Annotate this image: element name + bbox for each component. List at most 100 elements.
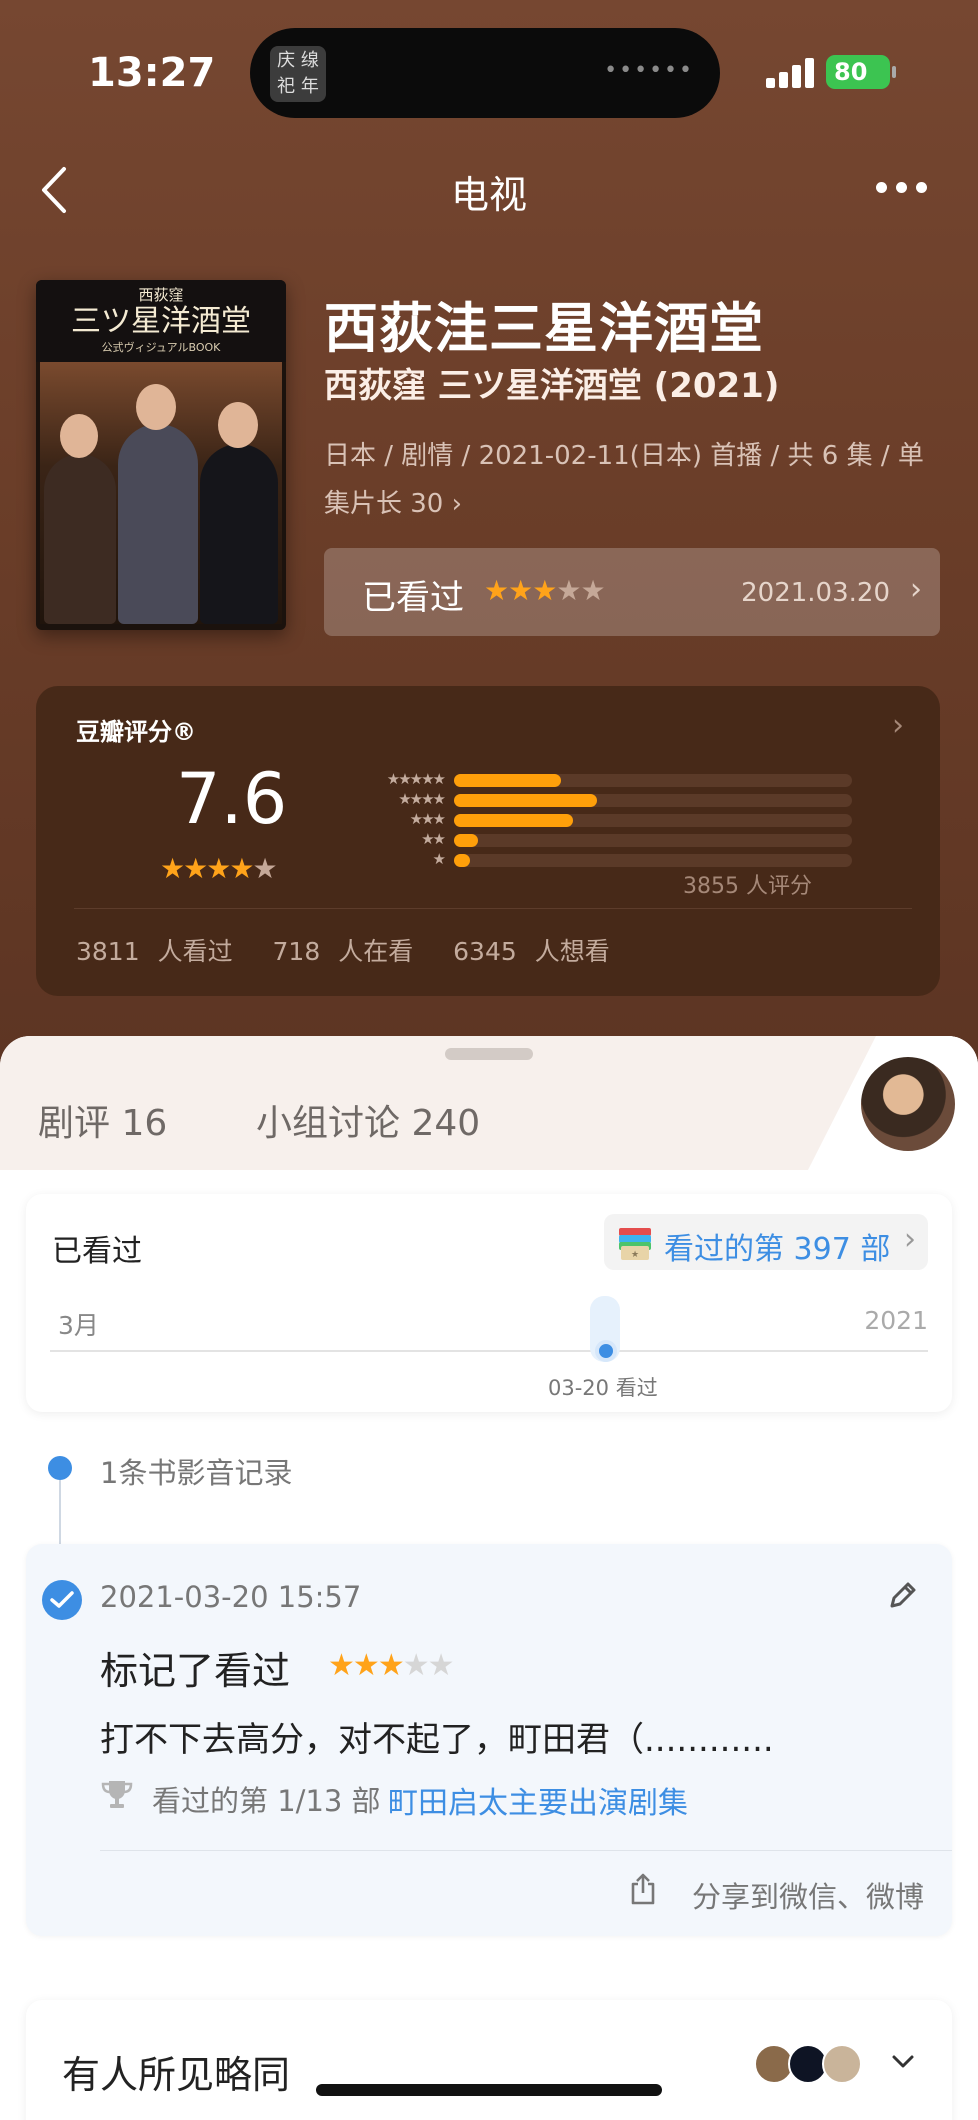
distribution-stars-icon: ★★★★★ — [386, 770, 446, 788]
record-entry-card[interactable]: 2021-03-20 15:57 标记了看过 ★★★★★ 打不下去高分，对不起了… — [26, 1544, 952, 1936]
user-avatar[interactable] — [858, 1054, 958, 1154]
watched-card-title: 已看过 — [52, 1234, 142, 1269]
my-status-bar[interactable]: 已看过 ★★★★★ 2021.03.20 › — [324, 548, 940, 636]
island-dots-icon: •••••• — [604, 58, 694, 83]
distribution-bar — [454, 854, 470, 867]
timeline-start-label: 3月 — [58, 1311, 99, 1340]
distribution-track — [454, 774, 852, 787]
timeline-end-label: 2021 — [864, 1306, 928, 1335]
share-icon[interactable] — [628, 1872, 658, 1906]
star-filled-icon: ★ — [160, 852, 185, 885]
chevron-down-icon[interactable] — [888, 2046, 918, 2076]
movie-title: 西荻洼三星洋酒堂 — [324, 297, 764, 360]
distribution-track — [454, 794, 852, 807]
entry-doulist-link[interactable]: 町田启太主要出演剧集 — [388, 1778, 688, 1822]
rating-stars: ★★★★★ — [160, 852, 278, 885]
star-filled-icon: ★ — [508, 574, 533, 607]
poster-line-2: 三ツ星洋酒堂 — [71, 304, 251, 339]
original-title: 西荻窪 三ツ星洋酒堂 (2021) — [324, 366, 780, 406]
distribution-bar — [454, 794, 598, 807]
star-filled-icon: ★ — [532, 574, 557, 607]
meta-text: 日本 / 剧情 / 2021-02-11(日本) 首播 / 共 6 集 / 单集… — [324, 441, 924, 519]
chevron-right-icon: › — [904, 1222, 916, 1257]
entry-mark: 标记了看过 — [100, 1649, 291, 1693]
poster-line-3: 公式ヴィジュアルBOOK — [101, 341, 221, 354]
stat-watching[interactable]: 718 人在看 — [273, 937, 414, 966]
my-status-date: 2021.03.20 — [741, 578, 890, 608]
peer-card[interactable]: 有人所见略同 — [26, 2000, 952, 2120]
peer-avatar — [822, 2044, 862, 2084]
divider — [74, 908, 912, 909]
home-indicator — [316, 2084, 662, 2096]
douban-rating-card[interactable]: 豆瓣评分® › 7.6 ★★★★★ ★★★★★ ★★★★ ★★★ ★★ ★ 3855 人… — [36, 686, 940, 996]
edit-pencil-icon[interactable] — [886, 1578, 920, 1612]
record-count-label: 1条书影音记录 — [100, 1456, 293, 1490]
star-empty-icon: ★ — [556, 574, 581, 607]
star-filled-icon: ★ — [484, 574, 509, 607]
page-title: 电视 — [450, 173, 527, 217]
tab-group-discussion[interactable]: 小组讨论 240 — [256, 1094, 480, 1146]
distribution-row: ★ — [316, 850, 856, 870]
distribution-row: ★★★★★ — [316, 770, 856, 790]
watched-count-text: 看过的第 397 部 — [664, 1232, 891, 1267]
stat-wish[interactable]: 6345 人想看 — [453, 937, 610, 966]
dynamic-island[interactable]: 庆 缐 祀 年 •••••• — [250, 28, 720, 118]
poster-photo — [40, 362, 282, 624]
rating-stats: 3811 人看过 718 人在看 6345 人想看 — [76, 932, 632, 968]
status-bar: 13:27 庆 缐 祀 年 •••••• 80 — [0, 0, 978, 140]
timeline-marker[interactable] — [595, 1340, 617, 1362]
tab-reviews[interactable]: 剧评 16 — [38, 1094, 167, 1146]
star-filled-icon: ★ — [229, 852, 254, 885]
distribution-track — [454, 834, 852, 847]
star-empty-icon: ★ — [427, 1648, 455, 1683]
poster-line-1: 西荻窪 — [138, 286, 184, 304]
record-dot — [48, 1456, 72, 1480]
peer-title: 有人所见略同 — [62, 2053, 291, 2097]
distribution-row: ★★★ — [316, 810, 856, 830]
rating-label: 豆瓣评分® — [76, 718, 196, 746]
distribution-row: ★★★★ — [316, 790, 856, 810]
watched-count-badge[interactable]: ★ 看过的第 397 部 › — [604, 1214, 928, 1270]
distribution-bar — [454, 834, 478, 847]
star-filled-icon: ★ — [183, 852, 208, 885]
sheet-header: 剧评 16 小组讨论 240 — [0, 1036, 978, 1170]
star-filled-icon: ★ — [328, 1648, 355, 1683]
chevron-right-icon: › — [451, 489, 463, 519]
status-time: 13:27 — [88, 50, 216, 96]
my-status-label: 已看过 — [362, 578, 464, 618]
rating-score: 7.6 — [176, 758, 288, 840]
timeline-note: 03-20 看过 — [548, 1376, 658, 1400]
svg-text:★: ★ — [631, 1250, 639, 1260]
drag-handle[interactable] — [445, 1048, 533, 1060]
archive-box-icon: ★ — [619, 1228, 651, 1260]
distribution-track — [454, 854, 852, 867]
share-button[interactable]: 分享到微信、微博 — [692, 1874, 924, 1916]
bottom-sheet: 剧评 16 小组讨论 240 已看过 ★ 看过的第 397 部 › 3月 202… — [0, 1036, 978, 2120]
distribution-stars-icon: ★★★ — [409, 810, 446, 828]
distribution-track — [454, 814, 852, 827]
trophy-icon — [101, 1781, 133, 1808]
check-icon — [42, 1580, 82, 1620]
star-filled-icon: ★ — [377, 1648, 405, 1683]
stat-watched[interactable]: 3811 人看过 — [76, 937, 233, 966]
distribution-stars-icon: ★ — [432, 850, 447, 868]
my-rating-stars: ★★★★★ — [484, 574, 606, 607]
distribution-stars-icon: ★★ — [421, 830, 446, 848]
star-empty-icon: ★ — [580, 574, 605, 607]
star-filled-icon: ★ — [206, 852, 231, 885]
entry-time: 2021-03-20 15:57 — [100, 1580, 362, 1614]
more-options-icon[interactable] — [874, 176, 930, 200]
rating-count: 3855 人评分 — [683, 874, 812, 899]
distribution-row: ★★ — [316, 830, 856, 850]
star-empty-icon: ★ — [402, 1648, 430, 1683]
poster-image[interactable]: 西荻窪 三ツ星洋酒堂 公式ヴィジュアルBOOK — [36, 280, 286, 630]
movie-meta[interactable]: 日本 / 剧情 / 2021-02-11(日本) 首播 / 共 6 集 / 单集… — [324, 432, 944, 528]
distribution-bar — [454, 814, 574, 827]
island-thumbnail: 庆 缐 祀 年 — [270, 46, 326, 102]
entry-rating-stars: ★★★★★ — [328, 1648, 455, 1683]
star-empty-icon: ★ — [252, 852, 277, 885]
divider — [100, 1850, 952, 1851]
battery-indicator: 80 — [826, 55, 896, 89]
distribution-stars-icon: ★★★★ — [398, 790, 446, 808]
chevron-right-icon: › — [892, 708, 904, 743]
